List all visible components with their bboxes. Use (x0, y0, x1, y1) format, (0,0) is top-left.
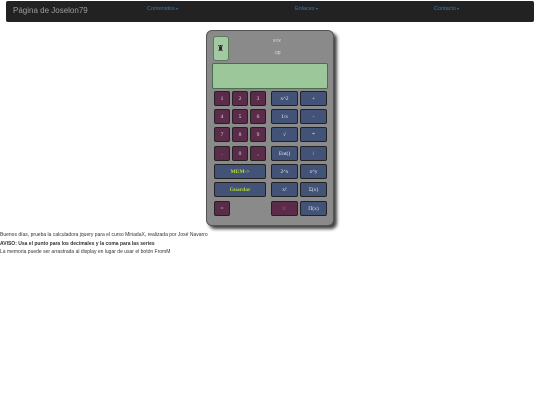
clear-button[interactable]: C (271, 201, 298, 216)
info-warning: AVISO: Usa el punto para los decimales y… (0, 241, 155, 247)
caret-down-icon (315, 7, 318, 10)
key-sum[interactable]: Σ(x) (300, 182, 327, 197)
key-7[interactable]: 7 (214, 127, 230, 142)
key-9[interactable]: 9 (250, 127, 266, 142)
key-product[interactable]: Π(x) (300, 201, 327, 216)
key-pow2x[interactable]: 2^x (271, 164, 298, 179)
key-sqrt[interactable]: √ (271, 127, 298, 142)
robot-icon: ♜ (217, 44, 225, 53)
nav-link-label: Contenidos (147, 6, 175, 12)
key-comma[interactable]: , (250, 146, 266, 161)
key-6[interactable]: 6 (250, 109, 266, 124)
info-memory-hint: La memoria puede ser arrastrada al displ… (0, 249, 171, 255)
nav-link-contacto[interactable]: Contacto (434, 6, 460, 12)
nav-link-label: Contacto (434, 6, 457, 12)
key-1[interactable]: 1 (214, 91, 230, 106)
key-3[interactable]: 3 (250, 91, 266, 106)
key-multiply[interactable]: * (300, 127, 327, 142)
nav-link-label: Enlaces (295, 6, 315, 12)
navbar-brand[interactable]: Página de Joselon79 (13, 6, 88, 15)
key-square[interactable]: x^2 (271, 91, 298, 106)
nav-link-enlaces[interactable]: Enlaces (295, 6, 318, 12)
key-minus[interactable]: - (300, 109, 327, 124)
key-plus[interactable]: + (300, 91, 327, 106)
caret-down-icon (175, 7, 178, 10)
key-inverse[interactable]: 1/x (271, 109, 298, 124)
save-button[interactable]: Guardar (214, 182, 266, 197)
key-integer[interactable]: Ent() (271, 146, 298, 161)
navbar: Página de Joselon79 Contenidos Enlaces C… (6, 1, 534, 22)
key-4[interactable]: 4 (214, 109, 230, 124)
key-powxy[interactable]: x^y (300, 164, 327, 179)
key-factorial[interactable]: x! (271, 182, 298, 197)
key-5[interactable]: 5 (232, 109, 248, 124)
key-dot[interactable]: . (214, 146, 230, 161)
calculator-display[interactable] (212, 63, 328, 89)
calculator: ♜ x<x op 1 2 3 4 5 6 7 8 9 . 0 , = MEM->… (206, 30, 334, 226)
memory-button[interactable]: MEM-> (214, 164, 266, 179)
operation-readout: op (275, 50, 281, 56)
drag-handle[interactable]: ♜ (213, 36, 229, 61)
key-8[interactable]: 8 (232, 127, 248, 142)
key-2[interactable]: 2 (232, 91, 248, 106)
info-greeting: Buenos días, prueba la calculadora jquer… (0, 232, 208, 238)
key-equals[interactable]: = (214, 201, 230, 216)
caret-down-icon (457, 7, 460, 10)
key-0[interactable]: 0 (232, 146, 248, 161)
key-divide[interactable]: / (300, 146, 327, 161)
expression-readout: x<x (273, 38, 281, 44)
nav-link-contenidos[interactable]: Contenidos (147, 6, 178, 12)
